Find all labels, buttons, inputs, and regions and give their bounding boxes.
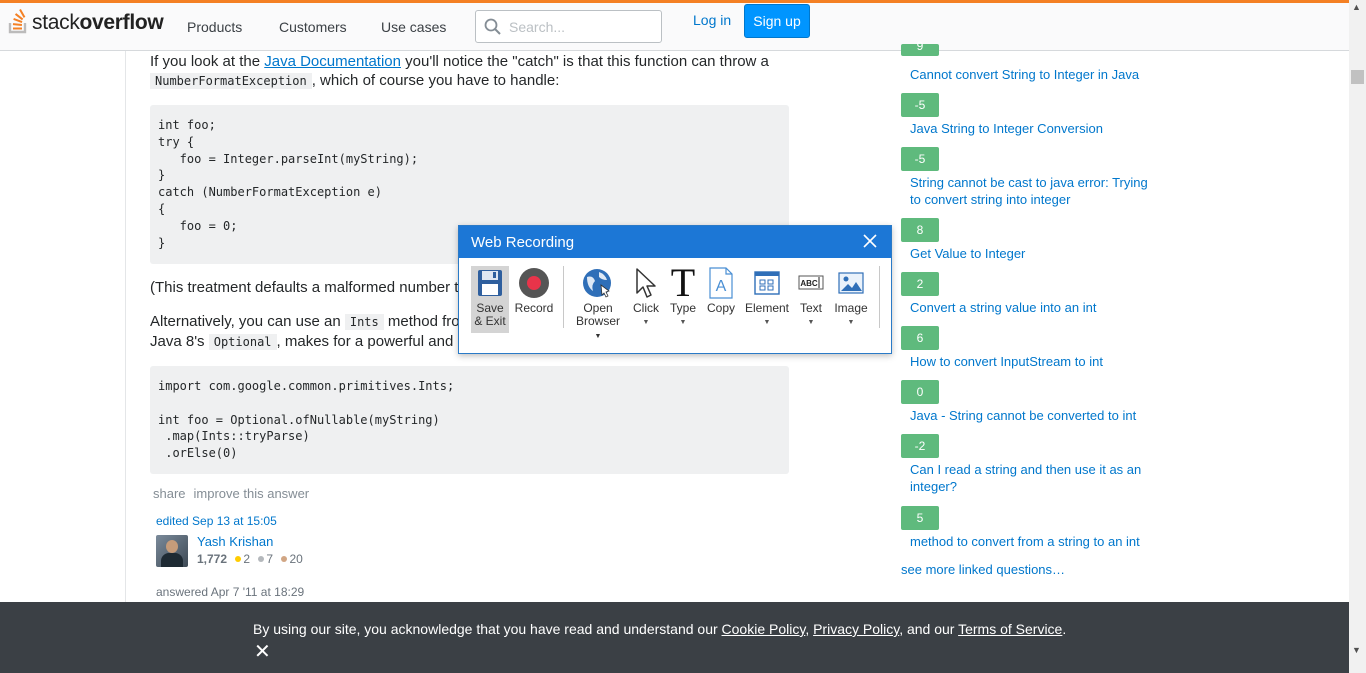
image-button[interactable]: Image ▼: [831, 266, 871, 329]
search-icon: [484, 18, 501, 35]
inline-code: Optional: [208, 334, 277, 350]
cookie-banner: By using our site, you acknowledge that …: [0, 602, 1349, 673]
signup-button[interactable]: Sign up: [744, 4, 810, 38]
editor-reputation: 1,772 2 7 20: [197, 552, 303, 566]
top-bar: stackoverflow Products Customers Use cas…: [0, 0, 1349, 51]
web-recording-dialog: Web Recording Save & Exit Record Open Br…: [458, 225, 892, 354]
gold-badge-count: 2: [243, 552, 251, 566]
logo-text: stackoverflow: [32, 11, 164, 34]
dropdown-caret-icon: ▼: [763, 319, 771, 326]
image-icon: [831, 266, 871, 300]
type-t-icon: T: [670, 260, 696, 305]
answer-paragraph-1: If you look at the Java Documentation yo…: [150, 53, 769, 70]
record-icon: [514, 266, 554, 300]
text-field-icon: ABC: [794, 266, 828, 300]
svg-text:A: A: [716, 278, 727, 295]
nav-customers[interactable]: Customers: [279, 19, 347, 35]
java-documentation-link[interactable]: Java Documentation: [264, 53, 401, 70]
save-exit-button[interactable]: Save & Exit: [471, 266, 509, 333]
copy-button[interactable]: A Copy: [704, 266, 738, 315]
answered-timestamp: answered Apr 7 '11 at 18:29: [156, 585, 305, 599]
svg-text:ABC: ABC: [800, 279, 818, 288]
dropdown-caret-icon: ▼: [807, 319, 815, 326]
click-button[interactable]: Click ▼: [629, 266, 663, 329]
toolbar-separator: [879, 266, 880, 328]
linked-question[interactable]: How to convert InputStream to int: [910, 353, 1160, 370]
toolbar-separator: [563, 266, 564, 328]
stack-logo-icon: [8, 9, 27, 34]
improve-answer-link[interactable]: improve this answer: [194, 486, 310, 501]
nav-products[interactable]: Products: [187, 19, 242, 35]
text-button[interactable]: ABC Text ▼: [794, 266, 828, 329]
dropdown-caret-icon: ▼: [679, 319, 687, 326]
close-icon[interactable]: [861, 232, 879, 250]
page-scrollbar[interactable]: ▲ ▼: [1349, 0, 1366, 673]
nav-use-cases[interactable]: Use cases: [381, 19, 446, 35]
type-button[interactable]: T Type ▼: [665, 260, 701, 329]
linked-question[interactable]: Get Value to Integer: [910, 245, 1160, 262]
post-menu: share improve this answer: [153, 486, 317, 501]
answer-paragraph-4: Java 8's Optional, makes for a powerful …: [150, 333, 465, 350]
globe-icon: [571, 266, 625, 300]
terms-of-service-link[interactable]: Terms of Service: [958, 621, 1062, 637]
cursor-icon: [629, 266, 663, 300]
cookie-policy-link[interactable]: Cookie Policy: [722, 621, 806, 637]
record-button[interactable]: Record: [514, 266, 554, 315]
scrollbar-thumb[interactable]: [1351, 70, 1364, 84]
linked-score[interactable]: 8: [901, 218, 939, 242]
dropdown-caret-icon: ▼: [642, 319, 650, 326]
silver-badge-count: 7: [266, 552, 274, 566]
bronze-badge-icon: [281, 556, 288, 562]
linked-question[interactable]: Java String to Integer Conversion: [910, 120, 1160, 137]
editor-username[interactable]: Yash Krishan: [197, 534, 273, 549]
scroll-up-icon[interactable]: ▲: [1352, 2, 1361, 12]
login-link[interactable]: Log in: [693, 12, 731, 28]
answer-paragraph-1b: NumberFormatException, which of course y…: [150, 71, 559, 91]
linked-question[interactable]: String cannot be cast to java error: Try…: [910, 174, 1160, 208]
see-more-linked-link[interactable]: see more linked questions…: [901, 562, 1065, 577]
linked-score[interactable]: -5: [901, 147, 939, 171]
element-button[interactable]: Element ▼: [744, 266, 790, 329]
bronze-badge-count: 20: [289, 552, 303, 566]
open-browser-button[interactable]: Open Browser ▼: [571, 266, 625, 343]
floppy-disk-icon: [471, 266, 509, 300]
cookie-close-icon[interactable]: ✕: [254, 639, 271, 664]
linked-score[interactable]: -2: [901, 434, 939, 458]
inline-code: NumberFormatException: [150, 73, 312, 89]
dropdown-caret-icon: ▼: [594, 333, 602, 340]
cookie-notice-text: By using our site, you acknowledge that …: [253, 621, 1067, 637]
stackoverflow-logo[interactable]: stackoverflow: [8, 5, 164, 35]
linked-score[interactable]: 2: [901, 272, 939, 296]
linked-question[interactable]: Can I read a string and then use it as a…: [910, 461, 1160, 495]
dialog-title: Web Recording: [459, 226, 891, 258]
inline-code: Ints: [344, 314, 384, 330]
linked-score[interactable]: 6: [901, 326, 939, 350]
dropdown-caret-icon: ▼: [847, 319, 855, 326]
edited-timestamp[interactable]: edited Sep 13 at 15:05: [156, 514, 277, 528]
linked-score[interactable]: 0: [901, 380, 939, 404]
linked-question[interactable]: method to convert from a string to an in…: [910, 533, 1160, 550]
share-link[interactable]: share: [153, 486, 186, 501]
linked-score[interactable]: 5: [901, 506, 939, 530]
search-placeholder: Search...: [509, 19, 566, 35]
linked-score[interactable]: -5: [901, 93, 939, 117]
search-input[interactable]: Search...: [475, 10, 662, 43]
left-sidebar-border: [125, 51, 126, 603]
code-block-2: import com.google.common.primitives.Ints…: [150, 366, 789, 474]
linked-question[interactable]: Cannot convert String to Integer in Java: [910, 66, 1160, 83]
reputation-score: 1,772: [197, 552, 228, 566]
answer-paragraph-2: (This treatment defaults a malformed num…: [150, 279, 459, 296]
answer-paragraph-3: Alternatively, you can use an Ints metho…: [150, 313, 460, 330]
privacy-policy-link[interactable]: Privacy Policy: [813, 621, 899, 637]
linked-score[interactable]: 9: [901, 40, 939, 56]
scroll-down-icon[interactable]: ▼: [1352, 645, 1361, 655]
avatar[interactable]: [156, 535, 188, 567]
silver-badge-icon: [258, 556, 265, 562]
linked-question[interactable]: Convert a string value into an int: [910, 299, 1160, 316]
linked-question[interactable]: Java - String cannot be converted to int: [910, 407, 1160, 424]
copy-document-icon: A: [704, 266, 738, 300]
element-grid-icon: [744, 266, 790, 300]
gold-badge-icon: [235, 556, 242, 562]
